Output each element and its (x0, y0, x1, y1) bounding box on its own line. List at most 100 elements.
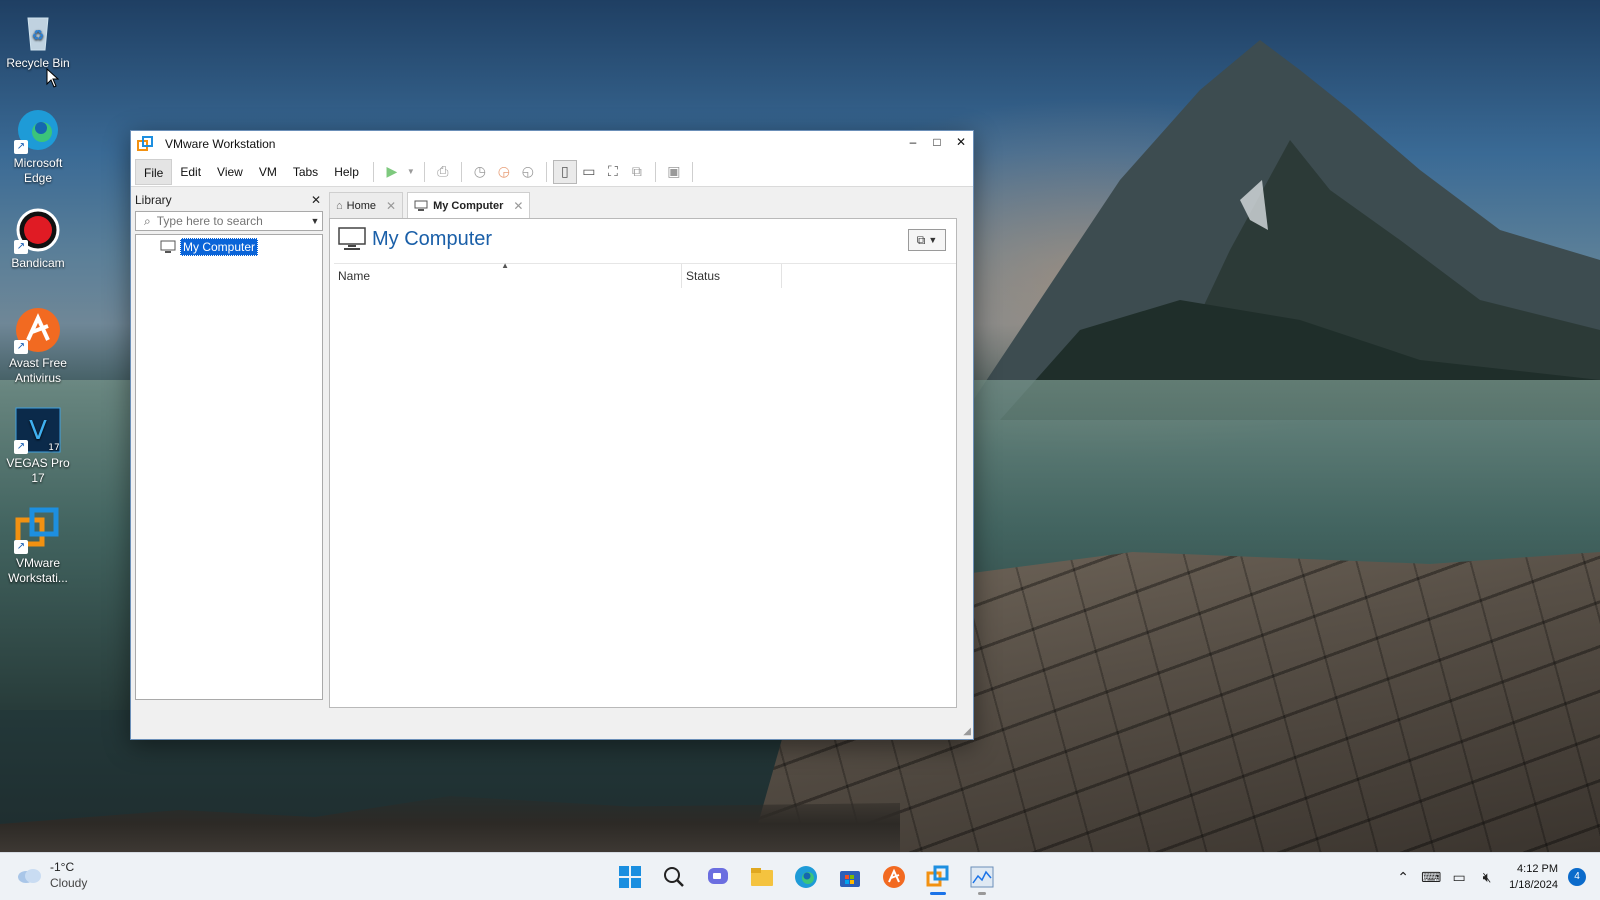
cloud-icon (18, 869, 41, 883)
search-icon: ⌕ (144, 213, 151, 228)
keyboard-icon[interactable]: ⌨ (1417, 869, 1445, 886)
resize-grip-icon[interactable]: ◢ (963, 726, 971, 737)
tree-item-label: My Computer (180, 238, 259, 256)
show-library-icon[interactable]: ▯ (552, 159, 577, 184)
search-icon (664, 867, 684, 887)
edge-icon (795, 866, 817, 888)
toolbar-separator (545, 161, 547, 182)
taskbar-vmware[interactable] (916, 859, 960, 895)
mouse-cursor-icon (46, 68, 60, 88)
send-ctrl-alt-del-icon[interactable]: ⎙ (431, 160, 455, 184)
toolbar-separator (372, 161, 374, 182)
close-library-icon[interactable]: ✕ (311, 193, 321, 207)
desktop-icon-recycle-bin[interactable]: ♻ Recycle Bin (2, 6, 74, 71)
taskbar: -1°C Cloudy ⌃ ⌨ ▭ 🔇︎ 4:12 PM 1/18/2024 4 (0, 852, 1600, 900)
shore (0, 796, 900, 852)
window-titlebar[interactable]: VMware Workstation – □ ✕ (131, 131, 973, 157)
network-icon[interactable]: ▭ (1445, 869, 1473, 886)
menu-vm[interactable]: VM (251, 159, 285, 185)
tree-item-my-computer[interactable]: My Computer (160, 238, 259, 256)
monitor-icon (414, 200, 428, 211)
notification-badge[interactable]: 4 (1568, 868, 1586, 886)
desktop-icon-avast[interactable]: ↗ Avast Free Antivirus (2, 306, 74, 386)
window-controls: – □ ✕ (901, 131, 973, 157)
taskbar-edge[interactable] (784, 859, 828, 895)
taskbar-chat-button[interactable] (696, 859, 740, 895)
maximize-button[interactable]: □ (925, 131, 949, 153)
chat-icon (708, 868, 728, 884)
desktop-icon-vmware[interactable]: ↗ VMware Workstati... (2, 506, 74, 586)
thumbnail-bar-icon[interactable]: ▭ (577, 160, 601, 184)
library-tree: My Computer (135, 234, 323, 700)
volume-icon[interactable]: 🔇︎ (1473, 869, 1501, 886)
column-header-status[interactable]: Status (682, 263, 782, 288)
clock[interactable]: 4:12 PM 1/18/2024 (1509, 861, 1558, 893)
desktop-icon-vegas[interactable]: V 17 ↗ VEGAS Pro 17 (2, 406, 74, 486)
power-dropdown-icon[interactable]: ▼ (404, 160, 418, 184)
menu-edit[interactable]: Edit (172, 159, 209, 185)
toolbar-separator (423, 161, 425, 182)
taskbar-chart-app[interactable] (960, 859, 1004, 895)
desktop-icon-bandicam[interactable]: ↗ Bandicam (2, 206, 74, 271)
menu-file[interactable]: File (135, 158, 173, 185)
clock-time: 4:12 PM (1517, 863, 1558, 875)
taskbar-store[interactable] (828, 859, 872, 895)
view-options-button[interactable]: ⧉ ▼ (908, 229, 946, 251)
unity-icon[interactable]: ⧉ (625, 160, 649, 184)
chevron-up-icon[interactable]: ⌃ (1389, 869, 1417, 886)
library-panel: Library ✕ ⌕ ▼ My Computer (135, 190, 323, 720)
close-tab-home-icon[interactable]: ✕ (386, 199, 396, 213)
active-app-indicator (930, 892, 946, 895)
taskbar-file-explorer[interactable] (740, 859, 784, 895)
close-window-button[interactable]: ✕ (949, 131, 973, 153)
recycle-bin-icon: ♻ (14, 6, 62, 54)
system-tray: ⌃ ⌨ ▭ 🔇︎ 4:12 PM 1/18/2024 4 (1389, 859, 1586, 895)
close-tab-my-computer-icon[interactable]: ✕ (513, 199, 523, 213)
search-dropdown-icon[interactable]: ▼ (308, 216, 322, 226)
vmware-icon: ↗ (14, 506, 62, 554)
home-icon: ⌂ (336, 199, 343, 212)
avast-icon: ↗ (14, 306, 62, 354)
shortcut-arrow-icon: ↗ (14, 540, 28, 554)
svg-text:V: V (29, 416, 47, 446)
weather-widget[interactable]: -1°C Cloudy (16, 859, 87, 891)
taskbar-search-button[interactable] (652, 859, 696, 895)
library-header: Library ✕ (135, 190, 323, 210)
menu-help[interactable]: Help (326, 159, 367, 185)
column-header-name[interactable]: Name ▲ (334, 261, 682, 288)
minimize-button[interactable]: – (901, 131, 925, 153)
pane-title: My Computer (338, 227, 492, 251)
clock-date: 1/18/2024 (1509, 879, 1558, 891)
power-on-button[interactable]: ▶ (380, 160, 404, 184)
start-button[interactable] (608, 859, 652, 895)
start-icon (619, 866, 641, 888)
menu-view[interactable]: View (209, 159, 251, 185)
svg-text:♻: ♻ (32, 27, 45, 43)
library-search-input[interactable] (156, 214, 308, 228)
snapshot-manager-icon[interactable]: ◵ (516, 160, 540, 184)
revert-snapshot-icon[interactable]: ◶ (492, 160, 516, 184)
console-view-icon[interactable]: ▣ (662, 160, 686, 184)
toolbar-separator (654, 161, 656, 182)
shortcut-arrow-icon: ↗ (14, 240, 28, 254)
file-explorer-icon (751, 868, 773, 886)
desktop-icon-edge[interactable]: ↗ Microsoft Edge (2, 106, 74, 186)
vmware-icon (926, 865, 949, 887)
bandicam-icon: ↗ (14, 206, 62, 254)
tab-my-computer[interactable]: My Computer ✕ (407, 192, 531, 218)
vmware-window: VMware Workstation – □ ✕ File Edit View … (130, 130, 974, 740)
library-search-box: ⌕ ▼ (135, 211, 323, 231)
full-screen-icon[interactable]: ⛶ (601, 160, 625, 184)
view-options-icon: ⧉ (916, 232, 926, 247)
edge-icon: ↗ (14, 106, 62, 154)
toolbar-separator (460, 161, 462, 182)
avast-icon (883, 866, 905, 888)
shortcut-arrow-icon: ↗ (14, 440, 28, 454)
taskbar-avast[interactable] (872, 859, 916, 895)
svg-text:17: 17 (48, 443, 59, 453)
column-header-row: Name ▲ Status (334, 261, 956, 288)
menu-tabs[interactable]: Tabs (285, 159, 326, 185)
shortcut-arrow-icon: ↗ (14, 340, 28, 354)
tab-home[interactable]: ⌂ Home ✕ (329, 192, 404, 218)
snapshot-icon[interactable]: ◷ (468, 160, 492, 184)
